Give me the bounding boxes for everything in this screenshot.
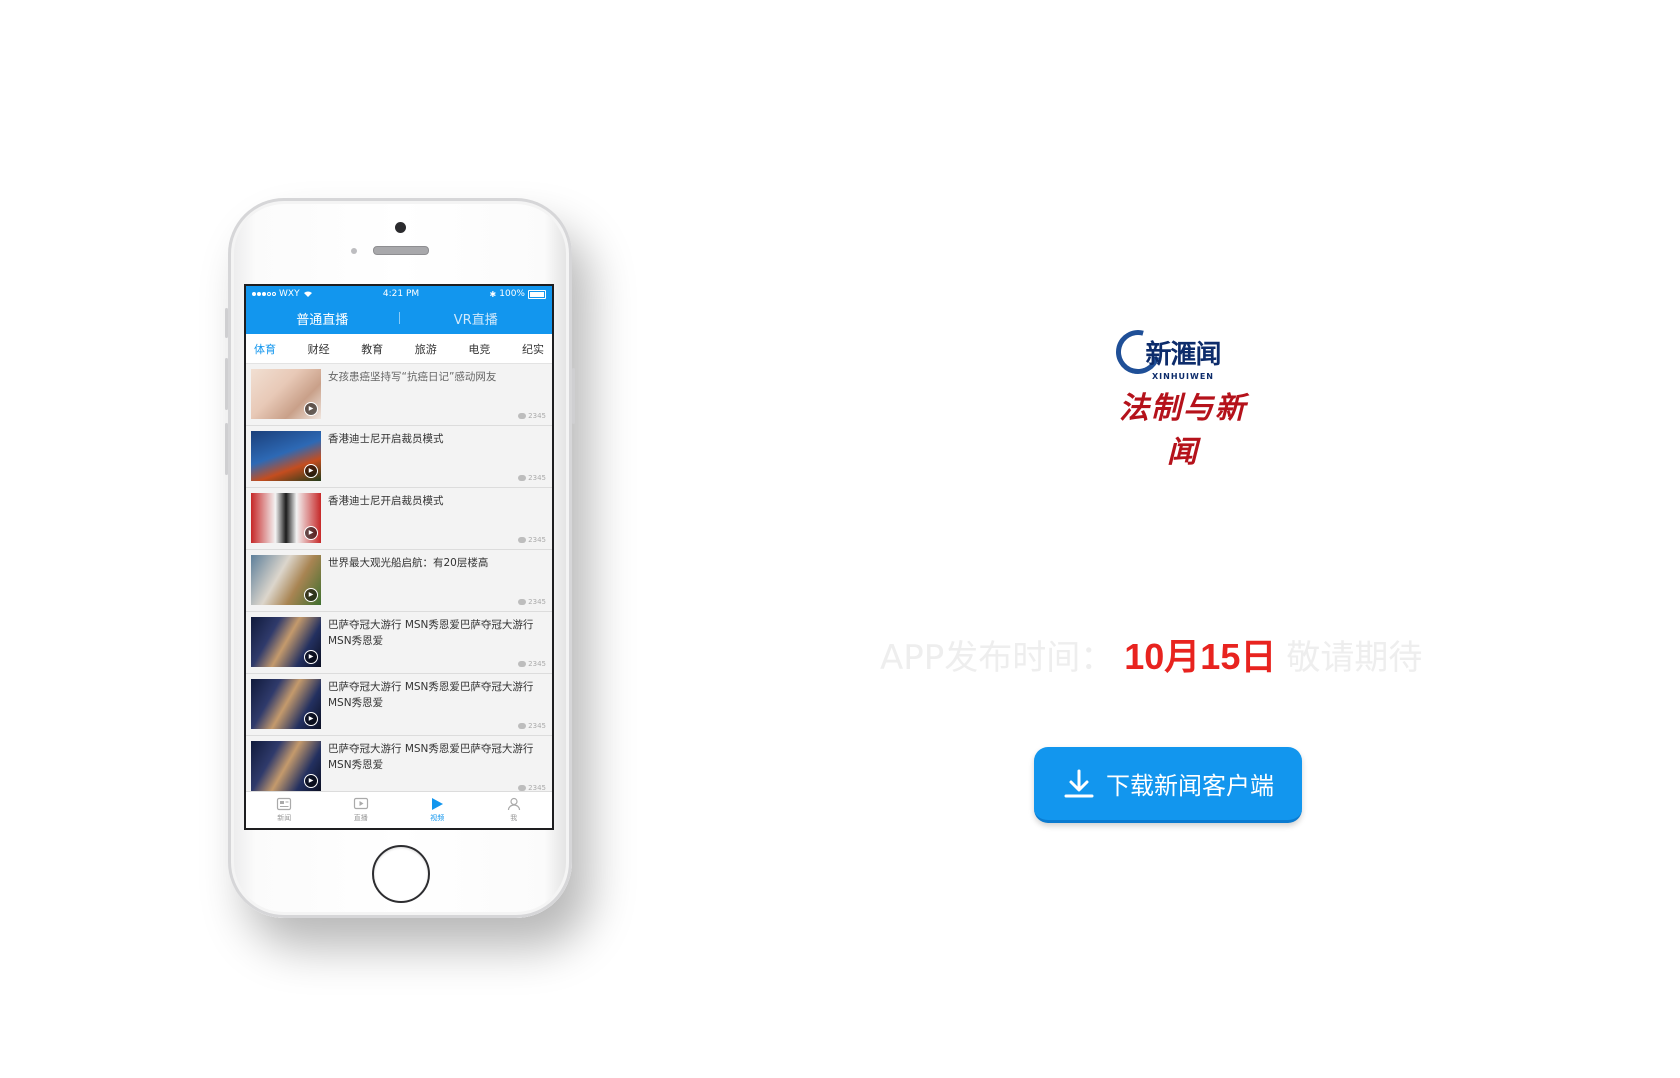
play-icon: ▶ bbox=[304, 464, 318, 478]
video-thumbnail[interactable]: ▶ bbox=[251, 369, 321, 419]
brand-logo: 新滙闻 XINHUIWEN 法制与新闻 bbox=[1107, 321, 1258, 470]
release-suffix: 敬请期待 bbox=[1286, 638, 1423, 678]
comment-count-value: 2345 bbox=[528, 660, 546, 668]
list-item[interactable]: ▶ 香港迪士尼开启裁员模式 2345 bbox=[246, 488, 552, 550]
list-item[interactable]: ▶ 巴萨夺冠大游行 MSN秀恩爱巴萨夺冠大游行 MSN秀恩爱 2345 bbox=[246, 612, 552, 674]
play-icon: ▶ bbox=[304, 650, 318, 664]
video-title: 香港迪士尼开启裁员模式 bbox=[328, 433, 444, 445]
list-item[interactable]: ▶ 巴萨夺冠大游行 MSN秀恩爱巴萨夺冠大游行 MSN秀恩爱 2345 bbox=[246, 674, 552, 736]
front-camera bbox=[395, 222, 406, 233]
play-icon: ▶ bbox=[304, 774, 318, 788]
download-app-button[interactable]: 下载新闻客户端 bbox=[1034, 747, 1302, 823]
proximity-sensor bbox=[351, 248, 357, 254]
news-icon bbox=[277, 797, 292, 811]
comment-count-value: 2345 bbox=[528, 536, 546, 544]
bluetooth-icon: ✱ bbox=[489, 289, 497, 299]
phone-mockup: WXY 4:21 PM ✱ 100% 普通直播 VR直播 体育 财经 教育 旅游… bbox=[225, 198, 575, 918]
play-icon: ▶ bbox=[304, 588, 318, 602]
play-icon: ▶ bbox=[304, 402, 318, 416]
earpiece-speaker bbox=[373, 246, 429, 255]
comment-count-value: 2345 bbox=[528, 412, 546, 420]
video-thumbnail[interactable]: ▶ bbox=[251, 493, 321, 543]
video-thumbnail[interactable]: ▶ bbox=[251, 555, 321, 605]
mute-switch bbox=[225, 308, 228, 338]
comment-count-value: 2345 bbox=[528, 598, 546, 606]
tab-vr-live[interactable]: VR直播 bbox=[400, 309, 553, 328]
video-thumbnail[interactable]: ▶ bbox=[251, 431, 321, 481]
comment-icon bbox=[518, 723, 527, 729]
category-finance[interactable]: 财经 bbox=[308, 341, 330, 357]
video-title: 女孩患癌坚持写“抗癌日记”感动网友 bbox=[328, 371, 497, 383]
logo-subbrand: 法制与新闻 bbox=[1119, 391, 1247, 470]
category-tabs: 体育 财经 教育 旅游 电竞 纪实 bbox=[246, 334, 552, 366]
play-icon: ▶ bbox=[304, 712, 318, 726]
list-item[interactable]: ▶ 巴萨夺冠大游行 MSN秀恩爱巴萨夺冠大游行 MSN秀恩爱 2345 bbox=[246, 736, 552, 792]
power-button bbox=[572, 368, 575, 424]
download-app-label: 下载新闻客户端 bbox=[1106, 772, 1274, 800]
tab-news[interactable]: 新闻 bbox=[246, 792, 323, 828]
home-button bbox=[372, 845, 430, 903]
comment-count: 2345 bbox=[518, 536, 546, 544]
tab-live-label: 直播 bbox=[353, 814, 368, 822]
volume-up-button bbox=[225, 358, 228, 410]
carrier-label: WXY bbox=[279, 289, 300, 299]
video-title: 世界最大观光船启航：有20层楼高 bbox=[328, 557, 489, 569]
release-info: APP发布时间： 10月15日 敬请期待 bbox=[880, 628, 1470, 680]
video-title: 香港迪士尼开启裁员模式 bbox=[328, 495, 444, 507]
bottom-tab-bar: 新闻 直播 视频 我 bbox=[246, 791, 552, 828]
video-thumbnail[interactable]: ▶ bbox=[251, 741, 321, 791]
list-item[interactable]: ▶ 香港迪士尼开启裁员模式 2345 bbox=[246, 426, 552, 488]
tab-me-label: 我 bbox=[510, 814, 518, 822]
comment-count: 2345 bbox=[518, 660, 546, 668]
volume-down-button bbox=[225, 423, 228, 475]
battery-icon bbox=[527, 289, 546, 299]
comment-count: 2345 bbox=[518, 474, 546, 482]
video-title: 巴萨夺冠大游行 MSN秀恩爱巴萨夺冠大游行 MSN秀恩爱 bbox=[328, 619, 534, 647]
comment-count-value: 2345 bbox=[528, 474, 546, 482]
tab-news-label: 新闻 bbox=[277, 814, 292, 822]
category-documentary[interactable]: 纪实 bbox=[522, 341, 544, 357]
video-title: 巴萨夺冠大游行 MSN秀恩爱巴萨夺冠大游行 MSN秀恩爱 bbox=[328, 743, 534, 771]
live-icon bbox=[353, 797, 368, 810]
video-list: ▶ 女孩患癌坚持写“抗癌日记”感动网友 2345 ▶ 香港迪士尼开启裁员模式 2… bbox=[246, 364, 552, 792]
comment-count: 2345 bbox=[518, 412, 546, 420]
battery-percent: 100% bbox=[499, 289, 525, 299]
status-bar: WXY 4:21 PM ✱ 100% bbox=[246, 286, 552, 302]
category-sports[interactable]: 体育 bbox=[254, 341, 276, 366]
user-icon bbox=[507, 797, 520, 811]
logo-chinese-name: 新滙闻 bbox=[1145, 339, 1221, 370]
live-type-tabs: 普通直播 VR直播 bbox=[246, 302, 552, 334]
video-title: 巴萨夺冠大游行 MSN秀恩爱巴萨夺冠大游行 MSN秀恩爱 bbox=[328, 681, 534, 709]
tab-normal-live[interactable]: 普通直播 bbox=[246, 309, 399, 328]
comment-icon bbox=[518, 661, 527, 667]
comment-count: 2345 bbox=[518, 598, 546, 606]
status-time: 4:21 PM bbox=[382, 289, 420, 299]
comment-icon bbox=[518, 413, 527, 419]
comment-icon bbox=[518, 475, 527, 481]
tab-video-label: 视频 bbox=[430, 814, 445, 822]
phone-screen: WXY 4:21 PM ✱ 100% 普通直播 VR直播 体育 财经 教育 旅游… bbox=[244, 284, 554, 830]
release-date: 10月15日 bbox=[1124, 636, 1277, 677]
tab-me[interactable]: 我 bbox=[476, 792, 553, 828]
video-icon bbox=[432, 798, 444, 810]
comment-icon bbox=[518, 537, 527, 543]
logo-mark: 新滙闻 bbox=[1107, 321, 1258, 383]
download-icon bbox=[1064, 769, 1094, 797]
video-thumbnail[interactable]: ▶ bbox=[251, 617, 321, 667]
category-esports[interactable]: 电竞 bbox=[468, 341, 490, 357]
release-prefix: APP发布时间： bbox=[880, 638, 1115, 678]
category-education[interactable]: 教育 bbox=[361, 341, 383, 357]
tab-video[interactable]: 视频 bbox=[399, 792, 476, 828]
category-travel[interactable]: 旅游 bbox=[415, 341, 437, 357]
signal-icon bbox=[252, 292, 276, 296]
comment-icon bbox=[518, 599, 527, 605]
list-item[interactable]: ▶ 女孩患癌坚持写“抗癌日记”感动网友 2345 bbox=[246, 364, 552, 426]
wifi-icon bbox=[303, 291, 312, 297]
comment-count-value: 2345 bbox=[528, 722, 546, 730]
list-item[interactable]: ▶ 世界最大观光船启航：有20层楼高 2345 bbox=[246, 550, 552, 612]
video-thumbnail[interactable]: ▶ bbox=[251, 679, 321, 729]
comment-count: 2345 bbox=[518, 722, 546, 730]
play-icon: ▶ bbox=[304, 526, 318, 540]
tab-live[interactable]: 直播 bbox=[323, 792, 400, 828]
